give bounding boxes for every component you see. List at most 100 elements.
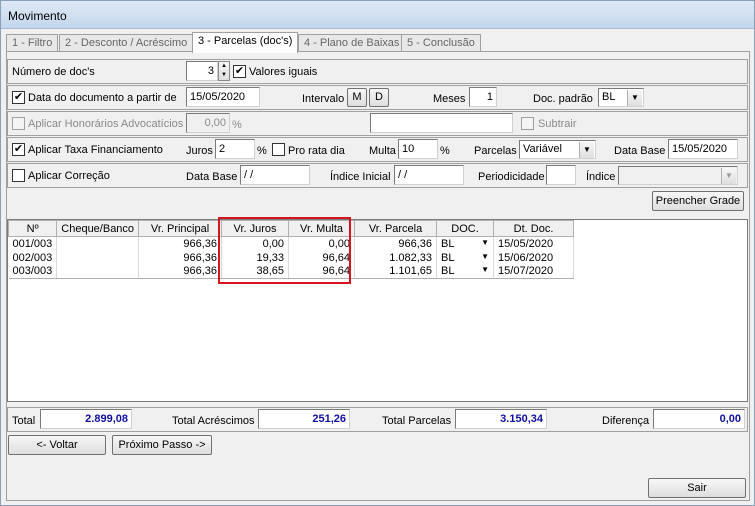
preencher-grade-button[interactable]: Preencher Grade xyxy=(652,191,744,211)
meses-label: Meses xyxy=(433,93,466,105)
taxa-checkbox[interactable]: ✔ xyxy=(12,143,25,156)
tab-desconto-acrescimo[interactable]: 2 - Desconto / Acréscimo xyxy=(59,34,194,52)
honorarios-field[interactable]: 0,00 xyxy=(186,113,230,133)
intervalo-m-button[interactable]: M xyxy=(347,88,367,107)
cell-doc[interactable]: BL ▼ xyxy=(436,236,495,251)
honorarios-checkbox[interactable] xyxy=(12,117,25,130)
sair-button[interactable]: Sair xyxy=(648,478,746,498)
data-doc-field[interactable]: 15/05/2020 xyxy=(186,87,260,107)
row-correcao: Aplicar Correção Data Base / / Índice In… xyxy=(7,163,748,188)
cell-dt-doc: 15/06/2020 xyxy=(493,250,575,265)
chevron-down-icon: ▼ xyxy=(627,90,642,106)
cell-numero: 002/003 xyxy=(8,250,58,265)
row-totals: Total 2.899,08 Total Acréscimos 251,26 T… xyxy=(7,407,748,432)
num-docs-field[interactable]: 3 xyxy=(186,61,218,81)
multa-percent: % xyxy=(440,145,450,157)
indice-inicial-label: Índice Inicial xyxy=(330,171,391,183)
row-taxa-financiamento: ✔ Aplicar Taxa Financiamento Juros 2 % P… xyxy=(7,137,748,162)
window-title: Movimento xyxy=(8,9,67,23)
table-row[interactable]: 001/003 966,36 0,00 0,00 966,36 BL ▼ 15/0… xyxy=(8,236,575,251)
honorarios-label: Aplicar Honorários Advocatícios xyxy=(28,118,184,130)
cell-vr-multa: 0,00 xyxy=(288,236,356,251)
pro-rata-checkbox[interactable] xyxy=(272,143,285,156)
doc-padrao-label: Doc. padrão xyxy=(533,93,593,105)
chevron-down-icon: ▼ xyxy=(481,237,490,247)
chevron-down-icon: ▼ xyxy=(721,168,736,184)
cell-vr-multa: 96,64 xyxy=(288,264,356,279)
cell-vr-parcela: 1.101,65 xyxy=(354,264,438,279)
row-data-documento: ✔ Data do documento a partir de 15/05/20… xyxy=(7,85,748,110)
movimento-window: Movimento 1 - Filtro 2 - Desconto / Acré… xyxy=(0,0,755,506)
meses-field[interactable]: 1 xyxy=(469,87,497,107)
cell-doc[interactable]: BL ▼ xyxy=(436,264,495,279)
diferenca-field: 0,00 xyxy=(653,409,745,429)
cell-dt-doc: 15/07/2020 xyxy=(493,264,575,279)
chevron-down-icon: ▼ xyxy=(579,142,594,158)
data-base-label: Data Base xyxy=(614,145,666,157)
col-vr-juros[interactable]: Vr. Juros xyxy=(221,220,290,237)
num-docs-spinner[interactable]: ▲ ▼ xyxy=(218,61,230,81)
chevron-down-icon: ▼ xyxy=(481,251,490,261)
multa-field[interactable]: 10 xyxy=(398,139,438,159)
parcelas-label: Parcelas xyxy=(474,145,517,157)
tab-conclusao[interactable]: 5 - Conclusão xyxy=(401,34,481,52)
correcao-data-base-field[interactable]: / / xyxy=(240,165,310,185)
intervalo-d-button[interactable]: D xyxy=(369,88,389,107)
periodicidade-field[interactable] xyxy=(546,165,576,185)
cell-doc-value: BL xyxy=(441,251,455,264)
tab-filtro[interactable]: 1 - Filtro xyxy=(6,34,59,52)
cell-vr-multa: 96,64 xyxy=(288,250,356,265)
total-acrescimos-label: Total Acréscimos xyxy=(172,415,255,427)
subtrair-checkbox[interactable] xyxy=(521,117,534,130)
cell-vr-principal: 966,36 xyxy=(138,250,223,265)
title-bar: Movimento xyxy=(1,1,754,29)
cell-vr-principal: 966,36 xyxy=(138,264,223,279)
juros-field[interactable]: 2 xyxy=(215,139,255,159)
col-vr-parcela[interactable]: Vr. Parcela xyxy=(354,220,438,237)
juros-label: Juros xyxy=(186,145,213,157)
cell-vr-juros: 19,33 xyxy=(221,250,290,265)
proximo-passo-button[interactable]: Próximo Passo -> xyxy=(112,435,212,455)
cell-vr-juros: 38,65 xyxy=(221,264,290,279)
indice-inicial-field[interactable]: / / xyxy=(394,165,464,185)
voltar-button[interactable]: <- Voltar xyxy=(8,435,106,455)
col-numero[interactable]: Nº xyxy=(7,220,58,237)
periodicidade-label: Periodicidade xyxy=(478,171,545,183)
total-parcelas-label: Total Parcelas xyxy=(382,415,452,427)
honorarios-percent: % xyxy=(232,119,242,131)
chevron-down-icon: ▼ xyxy=(481,265,490,275)
cell-cheque-banco xyxy=(56,250,140,265)
table-header-row: Nº Cheque/Banco Vr. Principal Vr. Juros … xyxy=(7,220,575,237)
valores-iguais-checkbox[interactable]: ✔ xyxy=(233,65,246,78)
cell-doc-value: BL xyxy=(441,265,455,278)
cell-doc[interactable]: BL ▼ xyxy=(436,250,495,265)
col-doc[interactable]: DOC. xyxy=(436,220,495,237)
correcao-checkbox[interactable] xyxy=(12,169,25,182)
indice-select[interactable]: ▼ xyxy=(618,166,738,185)
data-doc-checkbox[interactable]: ✔ xyxy=(12,91,25,104)
tab-parcelas[interactable]: 3 - Parcelas (doc's) xyxy=(192,32,299,53)
parcelas-select[interactable]: Variável ▼ xyxy=(519,140,596,159)
col-vr-principal[interactable]: Vr. Principal xyxy=(138,220,223,237)
juros-percent: % xyxy=(257,145,267,157)
honorarios-description-field[interactable] xyxy=(370,113,513,133)
table-row[interactable]: 003/003 966,36 38,65 96,64 1.101,65 BL ▼ … xyxy=(8,264,575,279)
col-dt-doc[interactable]: Dt. Doc. xyxy=(493,220,575,237)
table-row[interactable]: 002/003 966,36 19,33 96,64 1.082,33 BL ▼ … xyxy=(8,250,575,265)
parcelas-table: Nº Cheque/Banco Vr. Principal Vr. Juros … xyxy=(7,220,575,279)
cell-doc-value: BL xyxy=(441,237,455,250)
total-field: 2.899,08 xyxy=(40,409,132,429)
num-docs-label: Número de doc's xyxy=(12,66,95,78)
col-cheque-banco[interactable]: Cheque/Banco xyxy=(56,220,140,237)
tab-plano-baixas[interactable]: 4 - Plano de Baixas xyxy=(298,34,406,52)
parcelas-grid: Nº Cheque/Banco Vr. Principal Vr. Juros … xyxy=(7,219,748,402)
col-vr-multa[interactable]: Vr. Multa xyxy=(288,220,356,237)
data-base-field[interactable]: 15/05/2020 xyxy=(668,139,738,159)
doc-padrao-select[interactable]: BL ▼ xyxy=(598,88,644,107)
multa-label: Multa xyxy=(369,145,396,157)
cell-dt-doc: 15/05/2020 xyxy=(493,236,575,251)
row-honorarios: Aplicar Honorários Advocatícios 0,00 % S… xyxy=(7,111,748,136)
parcelas-panel: Número de doc's 3 ▲ ▼ ✔ Valores iguais ✔ … xyxy=(6,51,750,501)
subtrair-label: Subtrair xyxy=(538,118,577,130)
taxa-label: Aplicar Taxa Financiamento xyxy=(28,144,163,156)
